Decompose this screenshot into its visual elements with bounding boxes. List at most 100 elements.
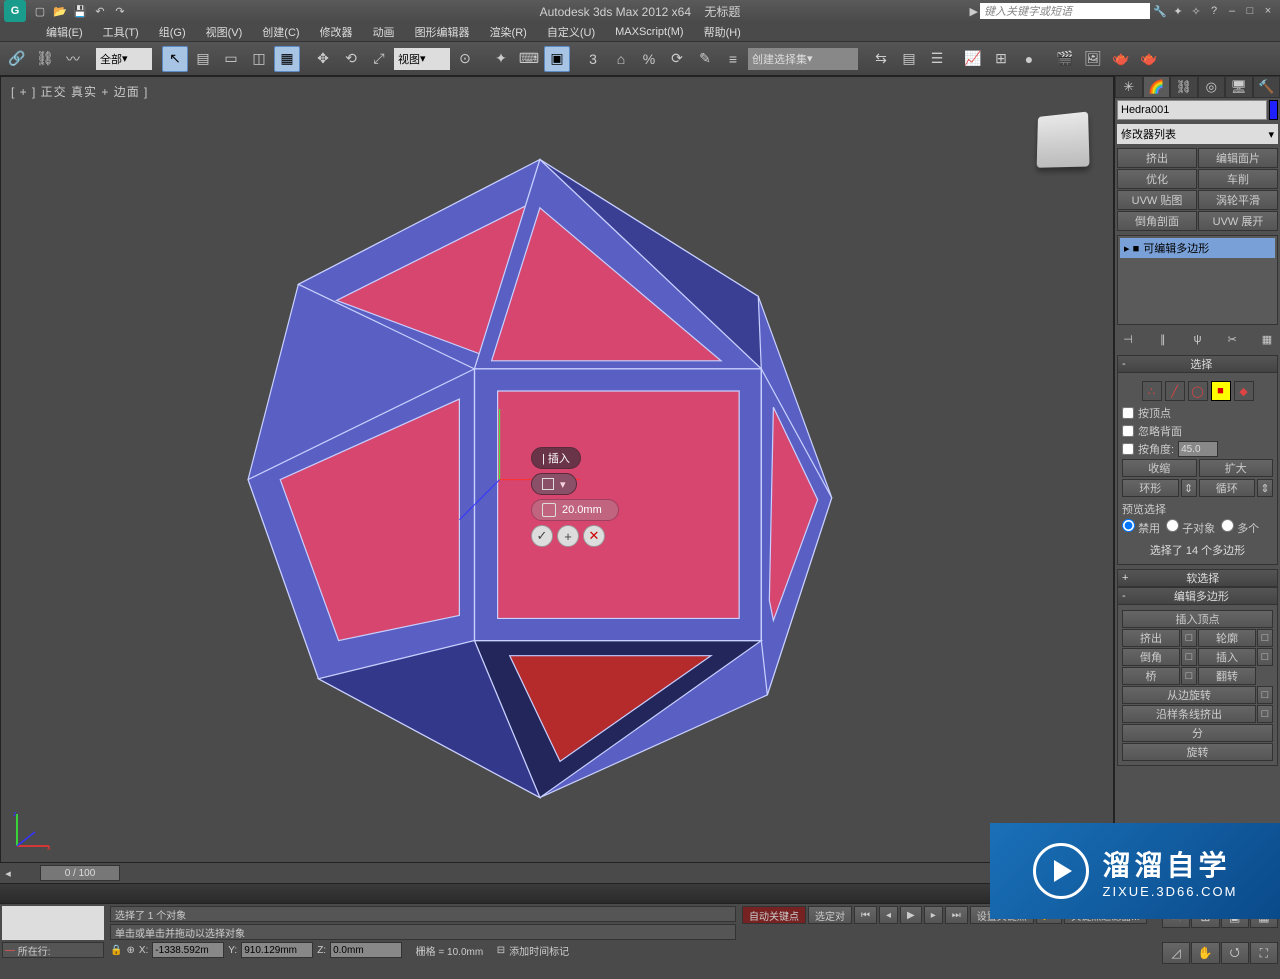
pin-stack-icon[interactable]: ⊣ (1121, 332, 1135, 346)
mod-uvwmap-button[interactable]: UVW 贴图 (1117, 190, 1197, 210)
rotate-icon[interactable]: ⟲ (338, 46, 364, 72)
object-name-input[interactable] (1117, 100, 1267, 120)
mod-editpatch-button[interactable]: 编辑面片 (1198, 148, 1278, 168)
object-color-swatch[interactable] (1269, 100, 1278, 120)
rotate-button[interactable]: 旋转 (1122, 743, 1273, 761)
bevel-profile-button[interactable]: 分 (1122, 724, 1273, 742)
outline-settings-icon[interactable]: □ (1257, 629, 1273, 647)
inset-settings-icon[interactable]: □ (1257, 648, 1273, 666)
outline-button[interactable]: 轮廓 (1198, 629, 1256, 647)
tab-modify-icon[interactable]: 🌈 (1143, 76, 1171, 98)
by-vertex-checkbox[interactable] (1122, 407, 1134, 419)
curve-editor-icon[interactable]: 📈 (960, 46, 986, 72)
preview-multi-radio[interactable]: 多个 (1221, 519, 1259, 536)
move-icon[interactable]: ✥ (310, 46, 336, 72)
save-icon[interactable]: 💾 (72, 3, 88, 19)
named-sel-icon[interactable]: ▣ (544, 46, 570, 72)
subobj-vertex-icon[interactable]: ∴ (1142, 381, 1162, 401)
maxscript-mini[interactable] (2, 906, 104, 940)
rollout-editpoly[interactable]: -编辑多边形 (1117, 587, 1278, 605)
menu-help[interactable]: 帮助(H) (694, 22, 751, 42)
zoom-extents-all-icon[interactable]: ▦ (1250, 906, 1278, 928)
zoom-icon[interactable]: 🔍 (1162, 906, 1190, 928)
snap-icon[interactable]: 3 (580, 46, 606, 72)
zoom-extents-icon[interactable]: ▣ (1221, 906, 1249, 928)
select-crossing-icon[interactable]: ▦ (274, 46, 300, 72)
ignore-backface-checkbox[interactable] (1122, 425, 1134, 437)
grow-button[interactable]: 扩大 (1199, 459, 1274, 477)
orbit-icon[interactable]: ⭯ (1221, 942, 1249, 964)
mod-turbosmooth-button[interactable]: 涡轮平滑 (1198, 190, 1278, 210)
play-icon[interactable]: ▶ (900, 906, 922, 924)
star2-icon[interactable]: ✧ (1188, 4, 1204, 18)
sel-lock-icon[interactable]: ≡ (720, 46, 746, 72)
shrink-button[interactable]: 收缩 (1122, 459, 1197, 477)
angle-snap-icon[interactable]: ⌂ (608, 46, 634, 72)
bridge-button[interactable]: 桥 (1122, 667, 1180, 685)
app-icon[interactable]: G (4, 0, 26, 22)
coord-toggle-icon[interactable]: ⊕ (126, 945, 134, 956)
unique-icon[interactable]: ψ (1191, 332, 1205, 346)
by-angle-input[interactable] (1178, 441, 1218, 457)
minimize-icon[interactable]: – (1224, 4, 1240, 18)
bevel-settings-icon[interactable]: □ (1181, 648, 1197, 666)
tab-create-icon[interactable]: ✳ (1115, 76, 1143, 98)
pan-icon[interactable]: ✋ (1191, 942, 1219, 964)
close-icon[interactable]: × (1260, 4, 1276, 18)
lock-icon[interactable]: 🔒 (110, 945, 122, 956)
tab-motion-icon[interactable]: ◎ (1198, 76, 1226, 98)
selected-list-button[interactable]: 选定对 (808, 906, 852, 924)
setkey-button[interactable]: 设置关键点 (970, 906, 1034, 924)
timeslider-prev-icon[interactable]: ◂ (0, 867, 16, 880)
menu-render[interactable]: 渲染(R) (480, 22, 537, 42)
new-icon[interactable]: ▢ (32, 3, 48, 19)
named-selset-dropdown[interactable]: 创建选择集 ▾ (748, 48, 858, 70)
bind-icon[interactable]: 〰 (60, 46, 86, 72)
pivot-icon[interactable]: ⊙ (452, 46, 478, 72)
mod-lathe-button[interactable]: 车削 (1198, 169, 1278, 189)
ring-spin-icon[interactable]: ⇕ (1181, 479, 1197, 497)
hinge-settings-icon[interactable]: □ (1257, 686, 1273, 704)
menu-tools[interactable]: 工具(T) (93, 22, 149, 42)
menu-graph[interactable]: 图形编辑器 (405, 22, 480, 42)
goto-end-icon[interactable]: ⏭ (945, 906, 968, 924)
mod-uvwunwrap-button[interactable]: UVW 展开 (1198, 211, 1278, 231)
show-end-icon[interactable]: ∥ (1156, 332, 1170, 346)
subobj-polygon-icon[interactable]: ■ (1211, 381, 1231, 401)
menu-group[interactable]: 组(G) (149, 22, 196, 42)
extrude-settings-icon[interactable]: □ (1181, 629, 1197, 647)
hinge-from-edge-button[interactable]: 从边旋转 (1122, 686, 1256, 704)
caddy-cancel-icon[interactable]: ✕ (583, 525, 605, 547)
remove-mod-icon[interactable]: ✂ (1225, 332, 1239, 346)
select-name-icon[interactable]: ▤ (190, 46, 216, 72)
subobj-edge-icon[interactable]: ╱ (1165, 381, 1185, 401)
search-input[interactable]: 键入关键字或短语 (980, 3, 1150, 19)
menu-edit[interactable]: 编辑(E) (36, 22, 93, 42)
select-icon[interactable]: ↖ (162, 46, 188, 72)
mod-extrude-button[interactable]: 挤出 (1117, 148, 1197, 168)
rollout-softsel[interactable]: +软选择 (1117, 569, 1278, 587)
mirror-icon[interactable]: ⇆ (868, 46, 894, 72)
bevel-button[interactable]: 倒角 (1122, 648, 1180, 666)
tab-display-icon[interactable]: 🖥 (1225, 76, 1253, 98)
caddy-title[interactable]: | 插入 (531, 447, 581, 469)
add-time-tag[interactable]: 添加时间标记 (509, 943, 569, 958)
keyboard-icon[interactable]: ⌨ (516, 46, 542, 72)
modifier-list-dropdown[interactable]: 修改器列表▾ (1117, 124, 1278, 144)
undo-icon[interactable]: ↶ (92, 3, 108, 19)
caddy-apply-icon[interactable]: + (557, 525, 579, 547)
refcoord-dropdown[interactable]: 视图 ▾ (394, 48, 450, 70)
modifier-stack[interactable]: ▸ ■ 可编辑多边形 (1117, 235, 1278, 325)
link-icon[interactable]: 🔗 (4, 46, 30, 72)
select-rect-icon[interactable]: ▭ (218, 46, 244, 72)
tab-hierarchy-icon[interactable]: ⛓ (1170, 76, 1198, 98)
help-icon[interactable]: ? (1206, 4, 1222, 18)
maximize-icon[interactable]: □ (1242, 4, 1258, 18)
menu-customize[interactable]: 自定义(U) (537, 22, 605, 42)
stack-item-editablepoly[interactable]: ▸ ■ 可编辑多边形 (1120, 238, 1275, 258)
align-icon[interactable]: ▤ (896, 46, 922, 72)
insert-vertex-button[interactable]: 插入顶点 (1122, 610, 1273, 628)
redo-icon[interactable]: ↷ (112, 3, 128, 19)
open-icon[interactable]: 📂 (52, 3, 68, 19)
caddy-mode[interactable]: ▾ (531, 473, 577, 495)
